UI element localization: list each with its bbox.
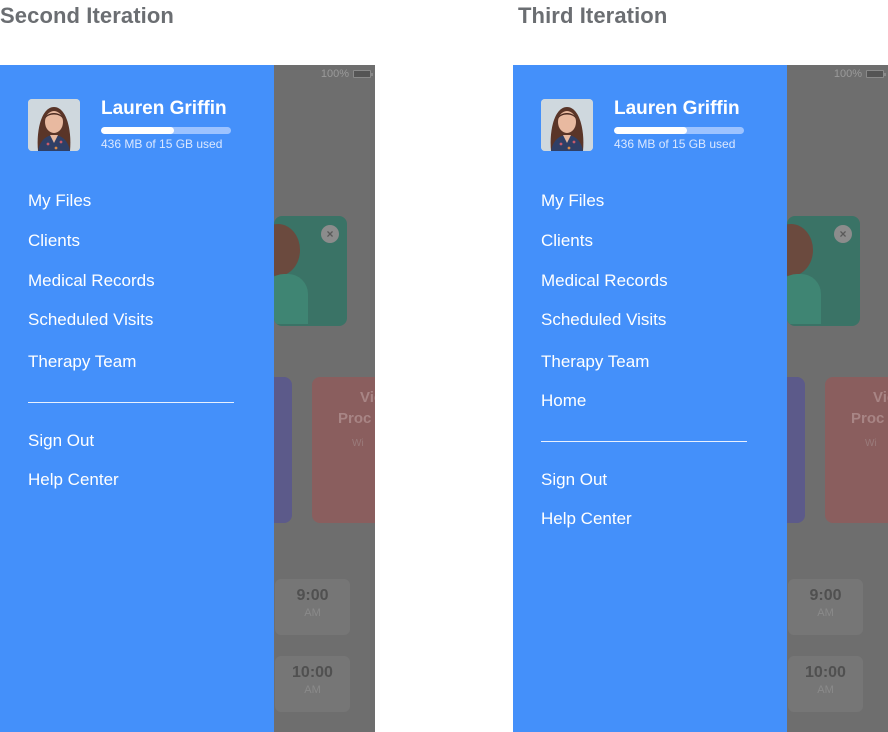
background-time-slot: 10:00 AM (275, 656, 350, 712)
battery-percent: 100% (320, 68, 349, 80)
menu-item-clients[interactable]: Clients (541, 231, 593, 251)
menu-item-sign-out[interactable]: Sign Out (541, 470, 607, 490)
menu-item-therapy-team[interactable]: Therapy Team (28, 352, 136, 372)
phone-screen: 100% × Vie Proc Wi 9:00 AM 10:00 AM (513, 65, 888, 732)
person-illustration (787, 224, 813, 276)
user-profile[interactable]: Lauren Griffin 436 MB of 15 GB used (541, 98, 744, 151)
menu-item-medical-records[interactable]: Medical Records (541, 271, 668, 291)
battery-percent: 100% (833, 68, 862, 80)
iteration-title: Second Iteration (0, 3, 174, 28)
storage-usage-text: 436 MB of 15 GB used (614, 137, 736, 151)
menu-item-medical-records[interactable]: Medical Records (28, 271, 155, 291)
navigation-drawer: Lauren Griffin 436 MB of 15 GB used My F… (513, 65, 787, 732)
menu-item-help-center[interactable]: Help Center (541, 509, 632, 529)
background-time-slot: 9:00 AM (788, 579, 863, 635)
background-action-card: Vie Proc Wi (312, 377, 375, 523)
storage-progress-fill (101, 127, 174, 134)
background-time-slot: 9:00 AM (275, 579, 350, 635)
storage-progress-fill (614, 127, 687, 134)
menu-item-scheduled-visits[interactable]: Scheduled Visits (28, 310, 153, 330)
menu-item-my-files[interactable]: My Files (541, 191, 604, 211)
iteration-title: Third Iteration (518, 3, 668, 28)
background-action-card (787, 377, 805, 523)
user-name: Lauren Griffin (101, 98, 227, 119)
menu-item-clients[interactable]: Clients (28, 231, 80, 251)
background-app: 100% × Vie Proc Wi 9:00 AM 10:00 AM (274, 65, 375, 732)
menu-item-therapy-team[interactable]: Therapy Team (541, 352, 649, 372)
storage-usage-text: 436 MB of 15 GB used (101, 137, 223, 151)
background-featured-card: × (787, 216, 860, 326)
status-bar: 100% (833, 68, 886, 80)
menu-divider (541, 441, 747, 442)
avatar[interactable] (28, 99, 80, 151)
menu-item-scheduled-visits[interactable]: Scheduled Visits (541, 310, 666, 330)
background-app: 100% × Vie Proc Wi 9:00 AM 10:00 AM (787, 65, 888, 732)
phone-screen: 100% × Vie Proc Wi 9:00 AM 10:00 AM (0, 65, 375, 732)
storage-progress-bar (101, 127, 231, 134)
menu-item-my-files[interactable]: My Files (28, 191, 91, 211)
close-icon: × (834, 225, 852, 243)
menu-divider (28, 402, 234, 403)
menu-item-home[interactable]: Home (541, 391, 586, 411)
battery-icon (353, 70, 373, 78)
status-bar: 100% (320, 68, 373, 80)
background-featured-card: × (274, 216, 347, 326)
navigation-drawer: Lauren Griffin 436 MB of 15 GB used My F… (0, 65, 274, 732)
user-profile[interactable]: Lauren Griffin 436 MB of 15 GB used (28, 98, 231, 151)
user-name: Lauren Griffin (614, 98, 740, 119)
background-action-card (274, 377, 292, 523)
menu-item-help-center[interactable]: Help Center (28, 470, 119, 490)
background-action-card: Vie Proc Wi (825, 377, 888, 523)
background-time-slot: 10:00 AM (788, 656, 863, 712)
menu-item-sign-out[interactable]: Sign Out (28, 431, 94, 451)
storage-progress-bar (614, 127, 744, 134)
person-illustration (274, 224, 300, 276)
close-icon: × (321, 225, 339, 243)
battery-icon (866, 70, 886, 78)
avatar[interactable] (541, 99, 593, 151)
